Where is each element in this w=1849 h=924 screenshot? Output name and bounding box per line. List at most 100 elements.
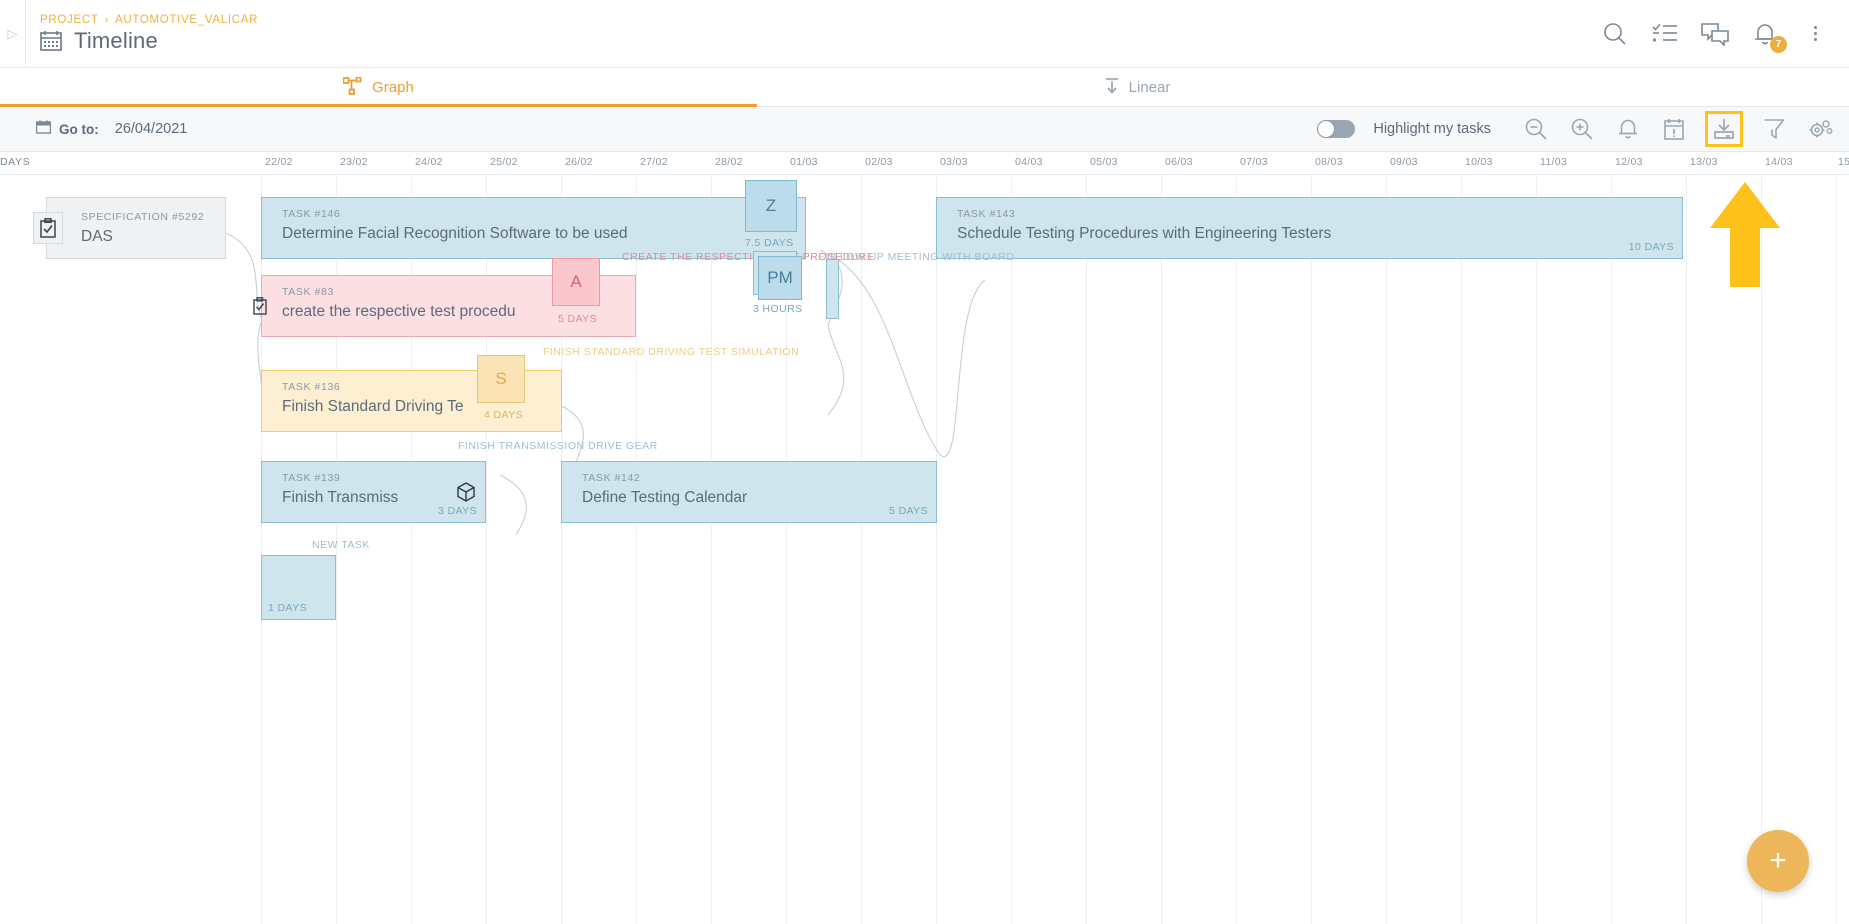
top-bar-actions: 7 — [1601, 20, 1849, 53]
timeline-toolbar: Go to: 26/04/2021 Highlight my tasks — [0, 107, 1849, 152]
day-tick: 06/03 — [1165, 156, 1193, 168]
task-142-duration: 5 DAYS — [889, 505, 928, 517]
alerts-bell-icon[interactable] — [1613, 114, 1643, 144]
add-button[interactable]: + — [1747, 830, 1809, 892]
day-tick: 25/02 — [490, 156, 518, 168]
breadcrumb: PROJECT › AUTOMOTIVE_VALICAR — [40, 14, 1601, 26]
zoom-out-icon[interactable] — [1521, 114, 1551, 144]
task-142-sub: TASK #142 — [582, 472, 641, 484]
milestone-assignee-avatar[interactable]: PM — [758, 256, 802, 300]
task-83-assignee-avatar[interactable]: A — [552, 258, 600, 306]
task-143-sub: TASK #143 — [957, 208, 1016, 220]
specification-card-text: SPECIFICATION #5292 DAS — [47, 211, 204, 246]
tab-linear[interactable]: Linear — [757, 68, 1517, 107]
connector-label-follow-up-meeting: FOLLOW UP MEETING WITH BOARD — [818, 251, 1015, 263]
goto-label: Go to: — [59, 121, 99, 137]
checklist-icon[interactable] — [1651, 20, 1679, 48]
more-options-icon[interactable] — [1801, 20, 1829, 48]
day-tick: 15 — [1838, 156, 1849, 168]
task-143-duration: 10 DAYS — [1628, 241, 1674, 253]
connector-label-finish-driving-simulation: FINISH STANDARD DRIVING TEST SIMULATION — [543, 346, 800, 358]
cube-icon — [457, 482, 477, 502]
milestone-marker-bar[interactable] — [826, 259, 839, 319]
day-tick: 12/03 — [1615, 156, 1643, 168]
task-card-143[interactable]: TASK #143 Schedule Testing Procedures wi… — [936, 197, 1683, 259]
task-card-142[interactable]: TASK #142 Define Testing Calendar 5 DAYS — [561, 461, 937, 523]
specification-sub: SPECIFICATION #5292 — [81, 210, 205, 223]
task-146-assignee-avatar[interactable]: Z — [745, 180, 797, 232]
highlight-my-tasks-label: Highlight my tasks — [1373, 121, 1491, 137]
clipboard-check-icon — [250, 295, 270, 317]
day-tick: 26/02 — [565, 156, 593, 168]
connector-label-new-task: NEW TASK — [312, 539, 370, 551]
day-tick: 08/03 — [1315, 156, 1343, 168]
day-tick: 04/03 — [1015, 156, 1043, 168]
goto-control[interactable]: Go to: 26/04/2021 — [0, 120, 187, 139]
day-tick: 27/02 — [640, 156, 668, 168]
day-tick: 13/03 — [1690, 156, 1718, 168]
day-tick: 09/03 — [1390, 156, 1418, 168]
chat-icon[interactable] — [1701, 20, 1729, 48]
day-tick: 02/03 — [865, 156, 893, 168]
toolbar-actions: Highlight my tasks — [1317, 111, 1849, 147]
notification-badge: 7 — [1770, 35, 1787, 53]
task-143-title: Schedule Testing Procedures with Enginee… — [957, 225, 1332, 242]
goto-date-value[interactable]: 26/04/2021 — [115, 121, 188, 137]
task-card-139[interactable]: TASK #139 Finish Transmiss 3 DAYS — [261, 461, 486, 523]
task-139-sub: TASK #139 — [282, 472, 341, 484]
day-tick: 23/02 — [340, 156, 368, 168]
timeline-app: ▷ PROJECT › AUTOMOTIVE_VALICAR Timeline … — [0, 0, 1849, 924]
breadcrumb-root[interactable]: PROJECT — [40, 14, 99, 26]
timeline-days-header: DAYS 22/02 23/02 24/02 25/02 26/02 27/02… — [0, 152, 1849, 175]
specification-title: DAS — [81, 227, 113, 245]
tab-graph-label: Graph — [372, 79, 414, 96]
sidebar-expand-button[interactable]: ▷ — [0, 0, 26, 68]
chevron-right-icon: ▷ — [7, 26, 18, 41]
task-139-duration: 3 DAYS — [438, 505, 477, 517]
plus-icon: + — [1769, 844, 1787, 877]
page-title-row: Timeline — [40, 28, 1601, 54]
day-tick: 01/03 — [790, 156, 818, 168]
task-146-sub: TASK #146 — [282, 208, 341, 220]
breadcrumb-project[interactable]: AUTOMOTIVE_VALICAR — [115, 14, 258, 26]
task-146-title: Determine Facial Recognition Software to… — [282, 225, 628, 242]
task-card-146[interactable]: TASK #146 Determine Facial Recognition S… — [261, 197, 806, 259]
task-136-assignee-avatar[interactable]: S — [477, 355, 525, 403]
tab-graph[interactable]: Graph — [0, 68, 757, 107]
task-new-duration: 1 DAYS — [268, 602, 307, 614]
title-block: PROJECT › AUTOMOTIVE_VALICAR Timeline — [26, 14, 1601, 54]
day-tick: 11/03 — [1540, 156, 1567, 168]
zoom-in-icon[interactable] — [1567, 114, 1597, 144]
day-tick: 07/03 — [1240, 156, 1268, 168]
calendar-alert-icon[interactable] — [1659, 114, 1689, 144]
day-tick: 22/02 — [265, 156, 293, 168]
download-arrow-icon — [1104, 77, 1120, 99]
calendar-small-icon — [35, 120, 52, 139]
task-card-new[interactable]: 1 DAYS — [261, 555, 336, 620]
day-tick: 03/03 — [940, 156, 968, 168]
day-tick: 24/02 — [415, 156, 443, 168]
export-download-icon[interactable] — [1705, 111, 1743, 147]
specification-card[interactable]: SPECIFICATION #5292 DAS — [33, 197, 226, 259]
page-title: Timeline — [74, 27, 158, 53]
timeline-canvas[interactable]: SPECIFICATION #5292 DAS TASK #146 Determ… — [0, 175, 1849, 924]
highlight-arrow — [1710, 182, 1780, 287]
filter-icon[interactable] — [1759, 114, 1789, 144]
day-tick: 28/02 — [715, 156, 743, 168]
calendar-icon — [40, 30, 62, 51]
highlight-my-tasks-toggle[interactable] — [1317, 120, 1356, 138]
tab-linear-label: Linear — [1128, 79, 1171, 96]
clipboard-check-icon — [33, 212, 63, 244]
day-tick: 10/03 — [1465, 156, 1493, 168]
connector-label-finish-transmission-drive-gear: FINISH TRANSMISSION DRIVE GEAR — [458, 440, 658, 452]
day-tick: 05/03 — [1090, 156, 1118, 168]
notifications-bell-icon[interactable]: 7 — [1751, 20, 1787, 53]
settings-gears-icon[interactable] — [1805, 114, 1835, 144]
view-tabs: Graph Linear — [0, 68, 1849, 107]
task-142-title: Define Testing Calendar — [582, 489, 748, 506]
search-icon[interactable] — [1601, 20, 1629, 48]
day-tick: 14/03 — [1765, 156, 1793, 168]
graph-icon — [342, 76, 363, 99]
timeline-unit-label: DAYS — [0, 156, 31, 168]
breadcrumb-separator-icon: › — [104, 13, 109, 26]
